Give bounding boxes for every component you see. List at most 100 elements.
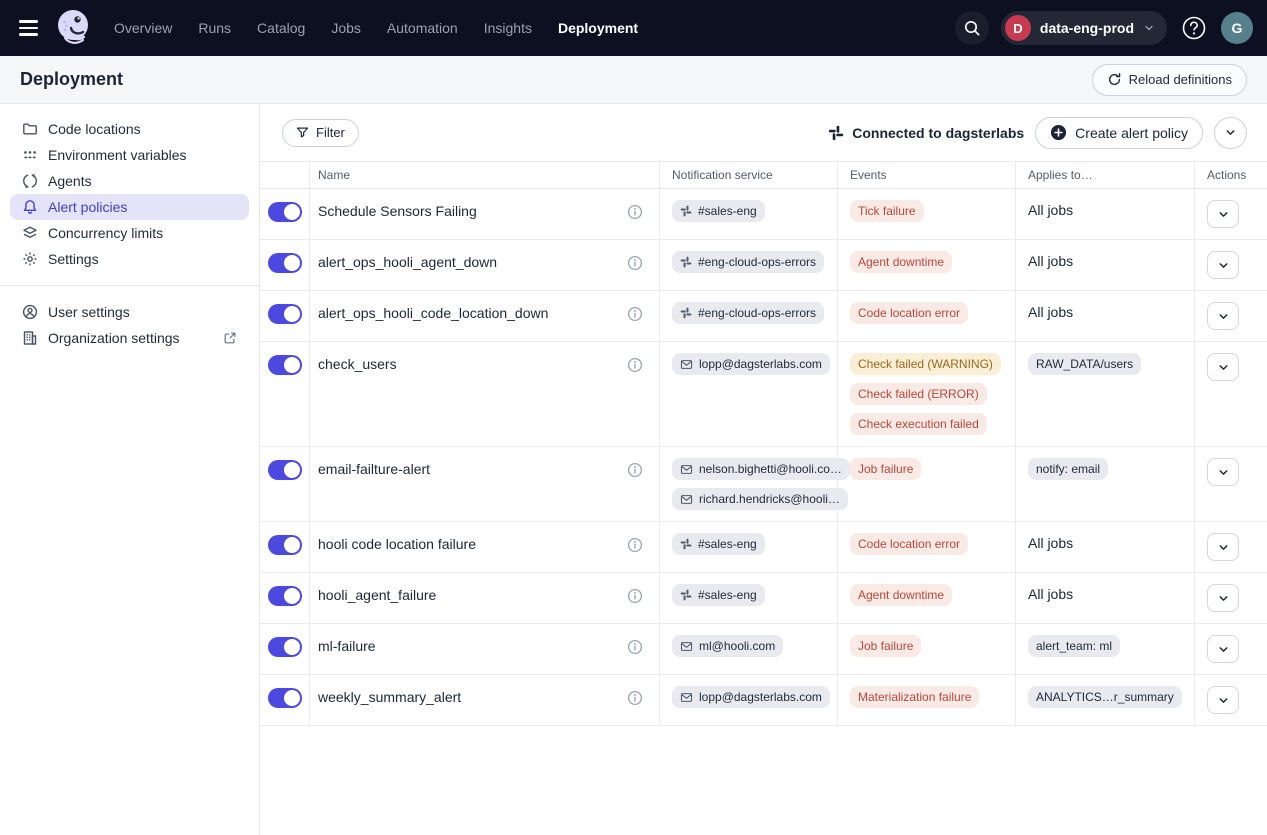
sidebar-item-label: Settings — [48, 251, 99, 267]
enable-toggle[interactable] — [268, 304, 302, 324]
reload-definitions-button[interactable]: Reload definitions — [1092, 64, 1247, 96]
search-button[interactable] — [955, 11, 989, 45]
email-icon — [680, 358, 693, 371]
actions-cell — [1195, 291, 1267, 341]
applies-to-cell: All jobs — [1016, 240, 1195, 290]
enable-toggle[interactable] — [268, 586, 302, 606]
alert-policy-row: email-failture-alertnelson.bighetti@hool… — [260, 447, 1267, 522]
sidebar-item-settings[interactable]: Settings — [10, 246, 249, 272]
nav-item-deployment[interactable]: Deployment — [558, 20, 638, 36]
alert-policy-row: alert_ops_hooli_agent_down#eng-cloud-ops… — [260, 240, 1267, 291]
info-icon[interactable] — [627, 255, 643, 271]
toggle-cell — [260, 447, 310, 521]
toggle-cell — [260, 240, 310, 290]
dagster-logo[interactable] — [54, 6, 92, 50]
sidebar-item-user-settings[interactable]: User settings — [10, 299, 249, 325]
notification-label: #sales-eng — [698, 588, 757, 602]
applies-to-text: All jobs — [1028, 302, 1073, 320]
folder-icon — [22, 121, 38, 137]
notification-badge: #sales-eng — [672, 200, 765, 222]
info-icon[interactable] — [627, 357, 643, 373]
notification-badge: #eng-cloud-ops-errors — [672, 302, 824, 324]
name-cell: ml-failure — [310, 624, 660, 674]
nav-item-jobs[interactable]: Jobs — [331, 20, 361, 36]
top-navigation-bar: Overview Runs Catalog Jobs Automation Insight… — [0, 0, 1267, 56]
info-icon[interactable] — [627, 588, 643, 604]
sidebar-item-label: Organization settings — [48, 330, 180, 346]
enable-toggle[interactable] — [268, 688, 302, 708]
filter-button[interactable]: Filter — [282, 119, 359, 147]
applies-to-cell: alert_team: ml — [1016, 624, 1195, 674]
row-actions-button[interactable] — [1207, 686, 1239, 714]
events-cell: Materialization failure — [838, 675, 1016, 725]
toggle-cell — [260, 522, 310, 572]
enable-toggle[interactable] — [268, 535, 302, 555]
enable-toggle[interactable] — [268, 460, 302, 480]
sidebar-item-code-locations[interactable]: Code locations — [10, 116, 249, 142]
enable-toggle[interactable] — [268, 355, 302, 375]
applies-to-cell: ANALYTICS…r_summary — [1016, 675, 1195, 725]
help-button[interactable] — [1179, 13, 1209, 43]
name-cell: alert_ops_hooli_code_location_down — [310, 291, 660, 341]
toggle-cell — [260, 291, 310, 341]
info-icon[interactable] — [627, 537, 643, 553]
nav-item-automation[interactable]: Automation — [387, 20, 458, 36]
info-icon[interactable] — [627, 204, 643, 220]
name-cell: alert_ops_hooli_agent_down — [310, 240, 660, 290]
chevron-down-icon — [1217, 259, 1230, 272]
bell-icon — [22, 199, 38, 215]
event-badge: Job failure — [850, 458, 921, 480]
deployment-switcher[interactable]: D data-eng-prod — [1001, 11, 1167, 45]
create-alert-policy-button[interactable]: Create alert policy — [1035, 117, 1203, 149]
column-header-toggle — [260, 162, 310, 188]
nav-item-insights[interactable]: Insights — [484, 20, 532, 36]
row-actions-button[interactable] — [1207, 200, 1239, 228]
settings-sidebar: Code locationsEnvironment variablesAgent… — [0, 104, 260, 835]
nav-item-overview[interactable]: Overview — [114, 20, 172, 36]
sidebar-item-environment-variables[interactable]: Environment variables — [10, 142, 249, 168]
notification-service-cell: #sales-eng — [660, 522, 838, 572]
sidebar-item-organization-settings[interactable]: Organization settings — [10, 325, 249, 351]
row-actions-button[interactable] — [1207, 584, 1239, 612]
info-icon[interactable] — [627, 462, 643, 478]
slack-icon — [680, 538, 692, 550]
actions-cell — [1195, 447, 1267, 521]
name-cell: email-failture-alert — [310, 447, 660, 521]
row-actions-button[interactable] — [1207, 458, 1239, 486]
more-actions-dropdown-button[interactable] — [1214, 117, 1247, 149]
notification-label: #sales-eng — [698, 537, 757, 551]
notification-badge: richard.hendricks@hooli… — [672, 488, 848, 510]
sidebar-item-label: Concurrency limits — [48, 225, 163, 241]
policy-name: alert_ops_hooli_agent_down — [318, 254, 497, 270]
event-badge: Code location error — [850, 533, 968, 555]
info-icon[interactable] — [627, 690, 643, 706]
policy-name: weekly_summary_alert — [318, 689, 461, 705]
notification-badge: ml@hooli.com — [672, 635, 783, 657]
enable-toggle[interactable] — [268, 637, 302, 657]
actions-cell — [1195, 522, 1267, 572]
info-icon[interactable] — [627, 639, 643, 655]
enable-toggle[interactable] — [268, 253, 302, 273]
alert-policy-row: ml-failure ml@hooli.com Job failure alert_t… — [260, 624, 1267, 675]
sidebar-item-agents[interactable]: Agents — [10, 168, 249, 194]
hamburger-menu-icon[interactable] — [16, 16, 40, 40]
search-icon — [963, 19, 981, 37]
sidebar-item-concurrency-limits[interactable]: Concurrency limits — [10, 220, 249, 246]
actions-cell — [1195, 573, 1267, 623]
row-actions-button[interactable] — [1207, 302, 1239, 330]
event-badge: Job failure — [850, 635, 921, 657]
enable-toggle[interactable] — [268, 202, 302, 222]
nav-item-catalog[interactable]: Catalog — [257, 20, 305, 36]
user-avatar[interactable]: G — [1221, 12, 1253, 44]
row-actions-button[interactable] — [1207, 251, 1239, 279]
page-header: Deployment Reload definitions — [0, 56, 1267, 104]
row-actions-button[interactable] — [1207, 635, 1239, 663]
row-actions-button[interactable] — [1207, 533, 1239, 561]
row-actions-button[interactable] — [1207, 353, 1239, 381]
alert-policy-row: check_userslopp@dagsterlabs.comCheck fai… — [260, 342, 1267, 447]
column-header-events: Events — [838, 162, 1016, 188]
sidebar-item-alert-policies[interactable]: Alert policies — [10, 194, 249, 220]
info-icon[interactable] — [627, 306, 643, 322]
applies-to-cell: notify: email — [1016, 447, 1195, 521]
nav-item-runs[interactable]: Runs — [198, 20, 231, 36]
